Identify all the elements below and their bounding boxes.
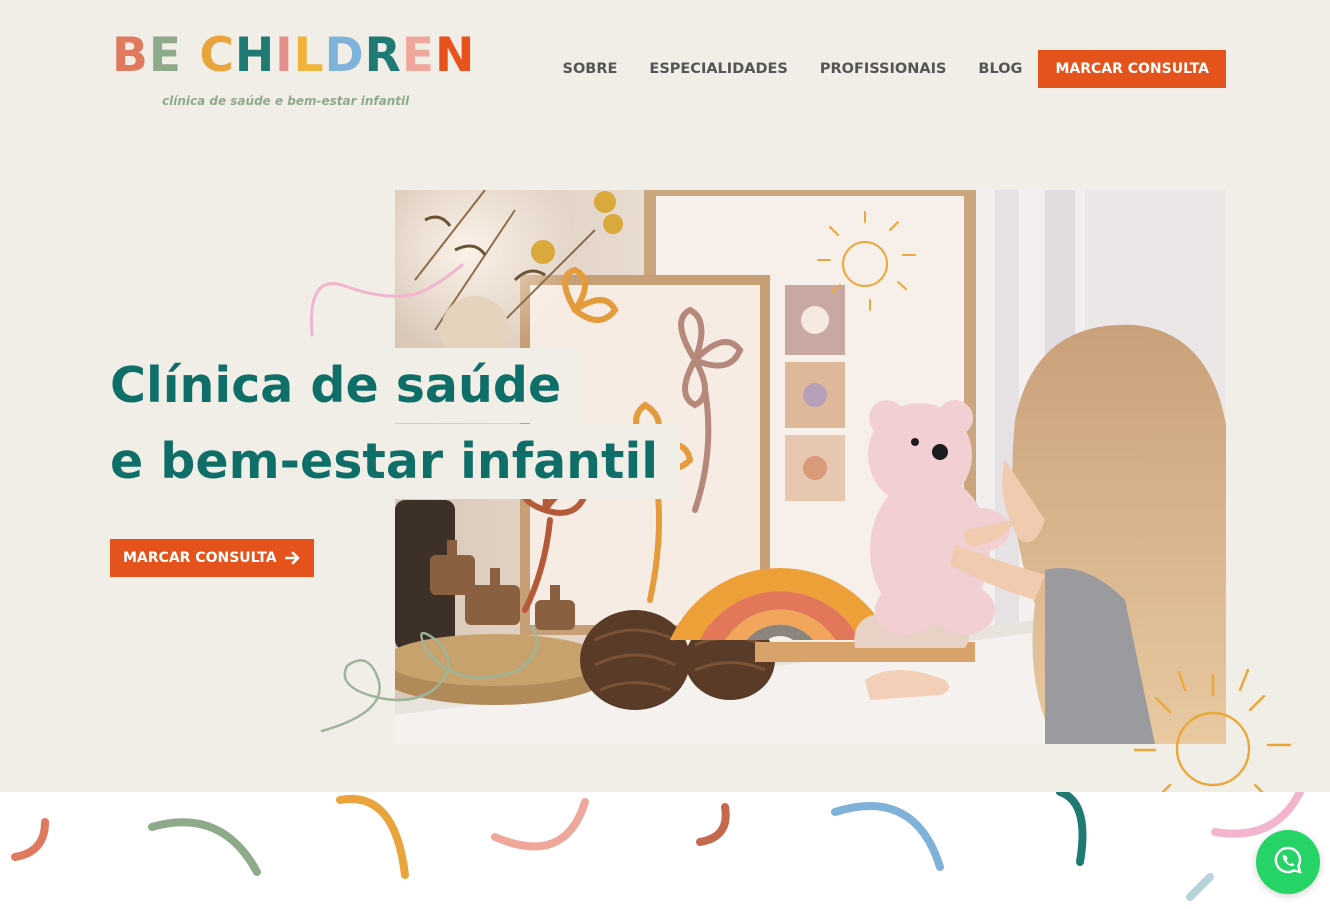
- brand-logo[interactable]: BE CHILDREN clínica de saúde e bem-estar…: [112, 28, 474, 118]
- brand-letter: C: [199, 28, 235, 83]
- nav-item-blog[interactable]: BLOG: [978, 61, 1022, 77]
- brand-letter: E: [148, 28, 182, 83]
- brand-letter: R: [364, 28, 402, 83]
- hero-cta-label: MARCAR CONSULTA: [123, 550, 277, 566]
- main-nav: SOBRE ESPECIALIDADES PROFISSIONAIS BLOG …: [531, 50, 1226, 88]
- brand-letter: [182, 28, 199, 84]
- nav-item-especialidades[interactable]: ESPECIALIDADES: [649, 61, 787, 77]
- nav-item-profissionais[interactable]: PROFISSIONAIS: [820, 61, 947, 77]
- brand-letter: L: [293, 28, 325, 83]
- hero-headline-line-1: Clínica de saúde: [110, 348, 580, 423]
- arrow-right-icon: [284, 551, 301, 565]
- hero-book-appointment-button[interactable]: MARCAR CONSULTA: [110, 539, 314, 577]
- brand-letter: H: [234, 28, 276, 83]
- nav-item-sobre[interactable]: SOBRE: [563, 61, 618, 77]
- brand-letter: E: [401, 28, 435, 83]
- brand-letter: N: [434, 28, 476, 83]
- brand-letter: I: [275, 28, 294, 83]
- whatsapp-icon: [1272, 844, 1304, 880]
- hero-headline-line-2: e bem-estar infantil: [110, 424, 681, 499]
- header-book-appointment-button[interactable]: MARCAR CONSULTA: [1038, 50, 1226, 88]
- brand-tagline: clínica de saúde e bem-estar infantil: [162, 94, 410, 108]
- decorative-brushstroke-band: [0, 792, 1330, 909]
- brand-letter: D: [324, 28, 365, 83]
- brand-letter: B: [112, 28, 149, 83]
- whatsapp-chat-button[interactable]: [1256, 830, 1320, 894]
- brand-wordmark: BE CHILDREN: [112, 28, 474, 84]
